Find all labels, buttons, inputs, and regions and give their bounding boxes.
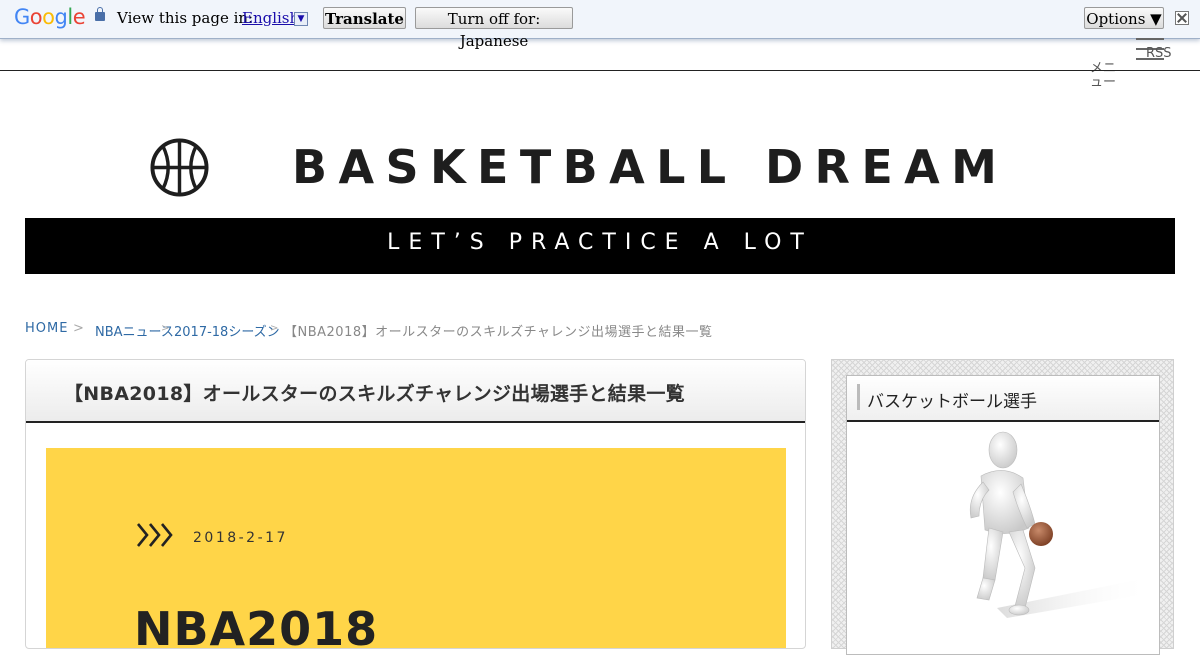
google-logo-text: Google (14, 5, 86, 29)
google-logo-letter: G (14, 5, 30, 29)
turn-off-button[interactable]: Turn off for: Japanese (415, 7, 573, 50)
breadcrumb-separator: > (161, 323, 170, 334)
translate-prompt: View this page in: (117, 9, 254, 27)
widget-header: バスケットボール選手 (847, 376, 1159, 422)
close-icon[interactable] (1175, 11, 1189, 25)
breadcrumb-separator: > (270, 323, 279, 334)
breadcrumb-season[interactable]: 2017-18シーズン (174, 321, 280, 340)
options-button[interactable]: Options ▼ (1084, 7, 1164, 29)
sidebar-widget: バスケットボール選手 (846, 375, 1160, 655)
translate-button[interactable]: Translate (323, 7, 406, 29)
article-header: 【NBA2018】オールスターのスキルズチャレンジ出場選手と結果一覧 (26, 360, 805, 423)
breadcrumb-home[interactable]: HOME (25, 321, 68, 336)
article-card: 【NBA2018】オールスターのスキルズチャレンジ出場選手と結果一覧 2018-… (25, 359, 806, 649)
hero-heading: NBA2018 (134, 602, 379, 648)
breadcrumb: HOME (25, 321, 68, 336)
article-title: 【NBA2018】オールスターのスキルズチャレンジ出場選手と結果一覧 (64, 383, 685, 405)
translate-bar: Google View this page in: English ▼ Tran… (0, 0, 1200, 50)
menu-label[interactable]: メニュー (1088, 62, 1118, 90)
site-title[interactable]: BASKETBALL DREAM (292, 140, 1008, 194)
google-logo-letter: g (54, 5, 68, 29)
language-select[interactable]: English (242, 9, 299, 27)
widget-title: バスケットボール選手 (867, 392, 1037, 412)
triple-chevron-icon (136, 523, 173, 547)
widget-accent-bar (857, 384, 860, 410)
breadcrumb-current: 【NBA2018】オールスターのスキルズチャレンジ出場選手と結果一覧 (284, 325, 713, 340)
basketball-icon (150, 138, 209, 197)
basketball-player-figure[interactable] (937, 428, 1157, 618)
sidebar: バスケットボール選手 (831, 359, 1174, 655)
article-hero-image: 2018-2-17 NBA2018 (46, 448, 786, 648)
site-tagline: LET’S PRACTICE A LOT (387, 230, 813, 255)
google-logo-letter: o (42, 5, 55, 29)
google-logo-letter: o (29, 5, 43, 29)
google-logo: Google (14, 5, 86, 29)
rss-link[interactable]: RSS (1146, 46, 1172, 61)
lock-icon (95, 7, 105, 21)
tagline-band: LET’S PRACTICE A LOT (25, 218, 1175, 274)
breadcrumb-separator: > (73, 321, 84, 336)
language-dropdown-icon[interactable]: ▼ (294, 12, 308, 26)
header-divider (0, 70, 1200, 71)
google-logo-letter: e (72, 5, 86, 29)
hero-date: 2018-2-17 (193, 530, 288, 546)
